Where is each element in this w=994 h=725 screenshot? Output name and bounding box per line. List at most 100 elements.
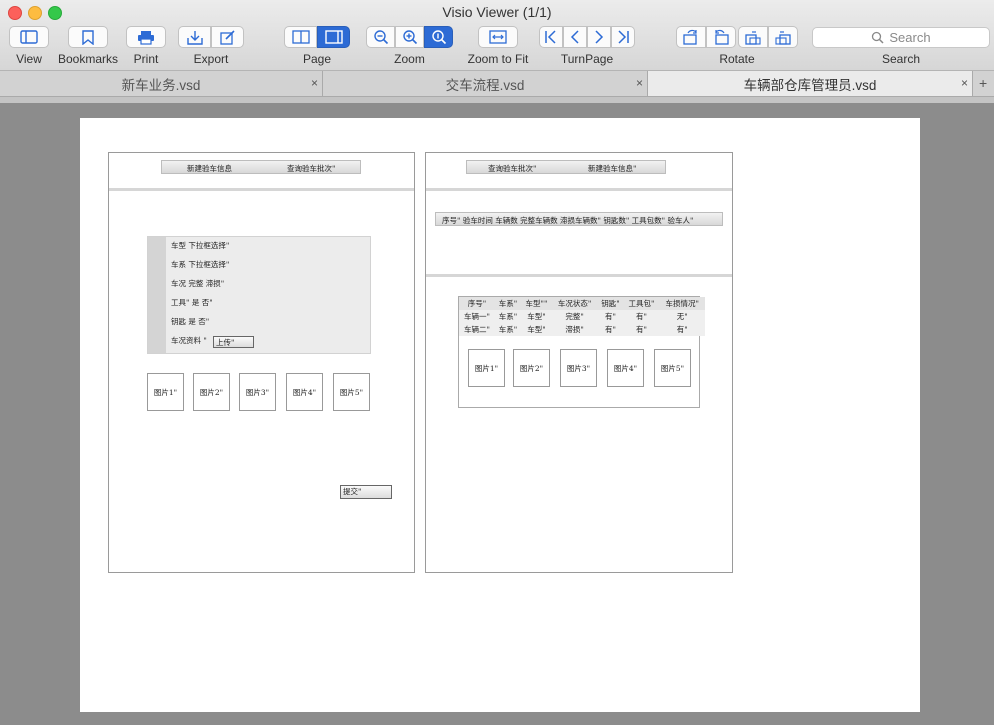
table-row[interactable]: 车辆二" 车系" 车型" 滞损" 有" 有" 有" (459, 323, 705, 336)
rotate-page-left-button[interactable] (738, 26, 768, 48)
tools-radio[interactable]: 工具" 是 否" (171, 297, 213, 308)
detail-panel: 序号" 车系" 车型"" 车况状态" 钥匙" 工具包" 车损情况" 车辆一" 车… (458, 296, 705, 408)
canvas-ruler-strip (0, 97, 994, 103)
tab-xinche[interactable]: 新车业务.vsd × (0, 71, 323, 96)
search-icon (872, 31, 884, 44)
table-cell: 无" (659, 310, 705, 323)
tab-jiaoche[interactable]: 交车流程.vsd × (323, 71, 648, 96)
right-panel: 查询验车批次" 新建验车信息" 序号" 验车时间 车辆数 完整车辆数 滞损车辆数… (425, 152, 733, 573)
condition-radio[interactable]: 车况 完整 滞损" (171, 278, 224, 289)
image-slot[interactable]: 图片2" (193, 373, 230, 411)
model-select[interactable]: 车型 下拉框选择" (171, 240, 229, 251)
keys-radio[interactable]: 钥匙 是 否" (171, 316, 209, 327)
image-slot[interactable]: 图片2" (513, 349, 550, 387)
tab-label: 新车业务.vsd (121, 77, 201, 93)
divider (109, 188, 414, 191)
actual-size-button[interactable] (424, 26, 453, 48)
bookmarks-button[interactable] (68, 26, 108, 48)
rotate-page-right-button[interactable] (768, 26, 798, 48)
rotate-label: Rotate (719, 52, 755, 66)
page-icon (324, 30, 343, 44)
tab-query-batch[interactable]: 查询验车批次" (488, 163, 536, 174)
zoom-to-fit-label: Zoom to Fit (467, 52, 529, 66)
fit-width-icon (489, 30, 507, 44)
column-header: 车况状态" (551, 297, 598, 310)
left-panel-header: 新建验车信息 查询验车批次" (161, 160, 361, 174)
zoom-in-button[interactable] (395, 26, 424, 48)
divider (426, 188, 732, 191)
add-tab-button[interactable]: + (979, 75, 987, 91)
image-slot[interactable]: 图片3" (560, 349, 597, 387)
first-page-button[interactable] (539, 26, 563, 48)
image-slot[interactable]: 图片5" (333, 373, 370, 411)
export-label: Export (193, 52, 229, 66)
batch-list-header: 序号" 验车时间 车辆数 完整车辆数 滞损车辆数" 钥匙数" 工具包数" 验车人… (435, 212, 723, 226)
window-toolbar: Visio Viewer (1/1) View Bookmarks Print … (0, 0, 994, 71)
table-cell: 完整" (551, 310, 598, 323)
zoom-in-icon (402, 30, 417, 45)
previous-page-button[interactable] (563, 26, 587, 48)
next-page-button[interactable] (587, 26, 611, 48)
table-cell: 有" (659, 323, 705, 336)
left-panel: 新建验车信息 查询验车批次" 车型 下拉框选择" 车系 下拉框选择" 车况 完整… (108, 152, 415, 573)
search-label: Search (881, 52, 921, 66)
turnpage-label: TurnPage (560, 52, 614, 66)
divider (426, 274, 732, 277)
upload-button[interactable]: 上传" (213, 336, 254, 348)
rotate-right-button[interactable] (706, 26, 736, 48)
print-button[interactable] (126, 26, 166, 48)
close-tab-icon[interactable]: × (311, 76, 318, 90)
rotate-page-left-icon (745, 31, 761, 45)
image-slot[interactable]: 图片1" (147, 373, 184, 411)
printer-icon (138, 30, 154, 45)
document-page[interactable]: 新建验车信息 查询验车批次" 车型 下拉框选择" 车系 下拉框选择" 车况 完整… (80, 118, 920, 712)
actual-size-icon (431, 30, 446, 45)
tab-label: 车辆部仓库管理员.vsd (743, 77, 877, 93)
image-slot[interactable]: 图片1" (468, 349, 505, 387)
column-header: 序号" (459, 297, 495, 310)
image-slot[interactable]: 图片4" (286, 373, 323, 411)
image-slot[interactable]: 图片3" (239, 373, 276, 411)
rotate-left-icon (683, 29, 697, 45)
table-header-row: 序号" 车系" 车型"" 车况状态" 钥匙" 工具包" 车损情况" (459, 297, 705, 310)
image-slot[interactable]: 图片5" (654, 349, 691, 387)
single-page-button[interactable] (284, 26, 317, 48)
column-header: 工具包" (623, 297, 660, 310)
tab-new-inspection[interactable]: 新建验车信息 (187, 163, 232, 174)
export-button[interactable] (178, 26, 211, 48)
tab-query-batch[interactable]: 查询验车批次" (287, 163, 335, 174)
table-row[interactable]: 车辆一" 车系" 车型" 完整" 有" 有" 无" (459, 310, 705, 323)
tab-label: 交车流程.vsd (445, 77, 525, 93)
table-cell: 车辆二" (459, 323, 495, 336)
submit-button[interactable]: 提交" (340, 485, 392, 499)
table-cell: 车系" (494, 323, 522, 336)
series-select[interactable]: 车系 下拉框选择" (171, 259, 229, 270)
search-placeholder: Search (889, 30, 931, 45)
bookmark-icon (82, 29, 94, 45)
tab-new-inspection[interactable]: 新建验车信息" (588, 163, 636, 174)
last-page-button[interactable] (611, 26, 635, 48)
edit-export-button[interactable] (211, 26, 244, 48)
zoom-to-fit-button[interactable] (478, 26, 518, 48)
search-input[interactable]: Search (812, 27, 990, 48)
view-label: View (16, 52, 42, 66)
close-tab-icon[interactable]: × (636, 76, 643, 90)
page-view-button[interactable] (317, 26, 350, 48)
first-page-icon (545, 30, 556, 44)
chevron-right-icon (595, 30, 604, 44)
rotate-left-button[interactable] (676, 26, 706, 48)
chevron-left-icon (570, 30, 579, 44)
tab-cangku[interactable]: 车辆部仓库管理员.vsd × (648, 71, 973, 96)
last-page-icon (618, 30, 629, 44)
view-button[interactable] (9, 26, 49, 48)
bookmarks-label: Bookmarks (58, 52, 119, 66)
table-cell: 车辆一" (459, 310, 495, 323)
zoom-out-button[interactable] (366, 26, 395, 48)
download-icon (186, 30, 203, 45)
zoom-out-icon (373, 30, 388, 45)
close-tab-icon[interactable]: × (961, 76, 968, 90)
table-cell: 有" (597, 310, 624, 323)
rotate-right-icon (715, 29, 729, 45)
image-slot[interactable]: 图片4" (607, 349, 644, 387)
table-cell: 有" (623, 310, 660, 323)
